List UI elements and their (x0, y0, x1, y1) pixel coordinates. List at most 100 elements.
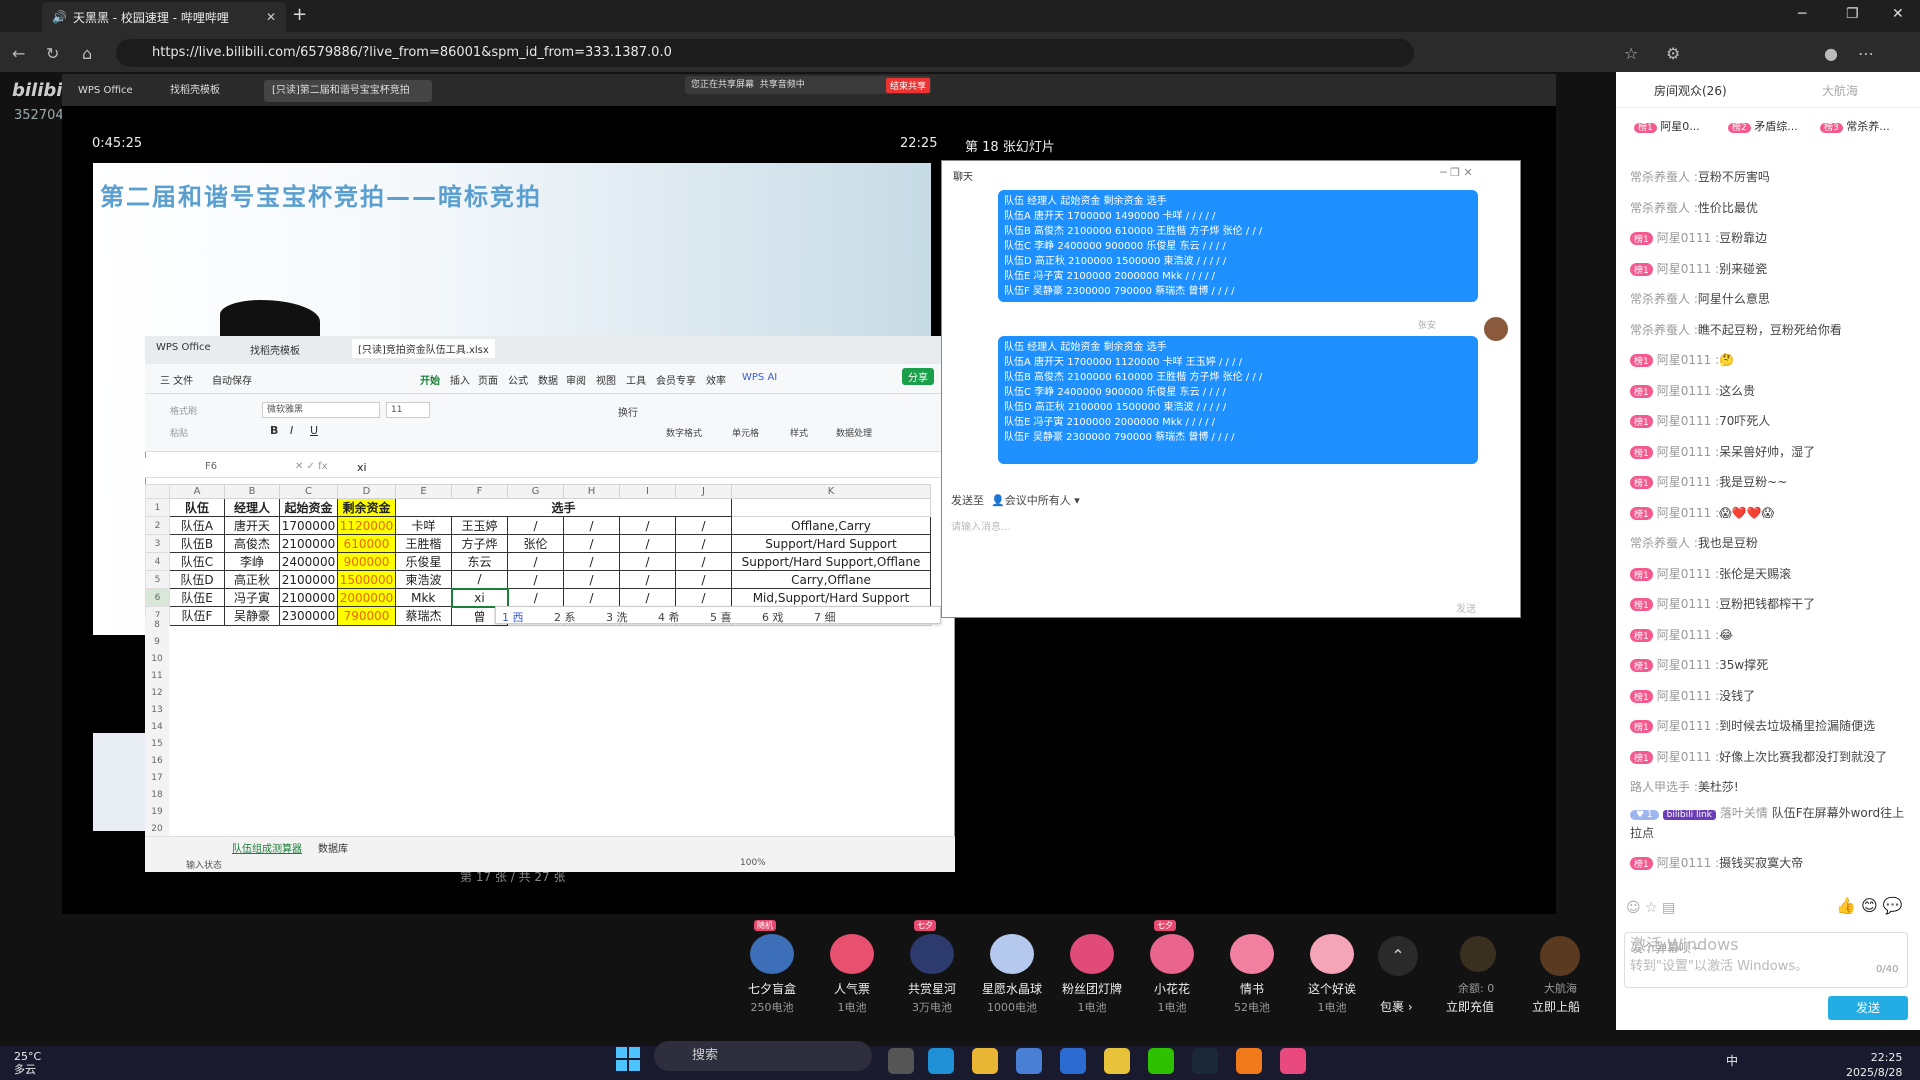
cell[interactable]: 李峥 (224, 552, 280, 571)
sender-name[interactable]: 阿星0111 (1657, 231, 1712, 245)
menu-file[interactable]: 三 文件 (160, 372, 193, 387)
active-cell[interactable]: xi (450, 587, 509, 608)
cell[interactable]: Carry,Offlane (731, 570, 931, 589)
cell[interactable]: / (507, 516, 564, 535)
app-icon[interactable] (1060, 1048, 1086, 1074)
gift-item[interactable]: 随机 七夕盲盒 250电池 (732, 920, 812, 1015)
gift-item[interactable]: 情书 52电池 (1212, 934, 1292, 1015)
sender-name[interactable]: 阿星0111 (1657, 414, 1712, 428)
cell[interactable]: 队伍B (169, 534, 225, 553)
formula-input[interactable]: xi (357, 461, 367, 474)
sender-name[interactable]: 阿星0111 (1657, 719, 1712, 733)
app-icon[interactable] (1104, 1048, 1130, 1074)
gift-item[interactable]: 这个好诶 1电池 (1292, 934, 1372, 1015)
underline-icon[interactable]: U (310, 424, 318, 437)
cell[interactable]: 高正秋 (224, 570, 280, 589)
cell[interactable]: 高俊杰 (224, 534, 280, 553)
cell[interactable]: / (507, 552, 564, 571)
ime-candidate[interactable]: 5 喜 (710, 609, 732, 625)
cell[interactable]: 柬浩波 (395, 570, 452, 589)
cell[interactable]: Support/Hard Support (731, 534, 931, 553)
row-head[interactable]: 1 (145, 498, 170, 517)
zoom-level[interactable]: 100% (740, 858, 766, 868)
menu-vip[interactable]: 会员专享 (656, 372, 696, 387)
number-format-button[interactable]: 数字格式 (666, 426, 702, 439)
cell[interactable]: 冯子寅 (224, 588, 280, 607)
cell[interactable]: / (563, 516, 620, 535)
cell[interactable]: 2100000 (279, 570, 338, 589)
top-viewer[interactable]: 榜2 矛盾综... (1728, 118, 1798, 134)
back-icon[interactable]: ← (12, 44, 25, 63)
cell[interactable]: / (507, 570, 564, 589)
cell[interactable]: 队伍 (169, 498, 225, 517)
col-head[interactable]: G (507, 484, 564, 499)
menu-page[interactable]: 页面 (478, 372, 498, 387)
url-input[interactable]: https://live.bilibili.com/6579886/?live_… (116, 39, 1414, 67)
chat-window-controls[interactable]: ─ ❐ ✕ (1440, 166, 1473, 179)
sender-name[interactable]: 阿星0111 (1657, 750, 1712, 764)
sender-name[interactable]: 阿星0111 (1657, 658, 1712, 672)
cell[interactable]: 王玉婷 (451, 516, 508, 535)
cell[interactable]: 1500000 (337, 570, 396, 589)
cell[interactable]: 卡咩 (395, 516, 452, 535)
menu-icon[interactable]: ⋯ (1858, 44, 1874, 63)
row-head[interactable]: 8 (145, 617, 169, 634)
cell[interactable]: 790000 (337, 606, 396, 626)
close-tab-icon[interactable]: ✕ (266, 10, 276, 24)
browser-tab[interactable]: 🔊 天黑黑 - 校园速理 - 哔哩哔哩 ✕ (42, 2, 286, 32)
cell[interactable]: 2100000 (279, 588, 338, 607)
row-head[interactable]: 9 (145, 634, 169, 651)
cell[interactable]: / (563, 570, 620, 589)
ime-candidate[interactable]: 3 洗 (606, 609, 628, 625)
extensions-icon[interactable]: ⚙ (1666, 44, 1680, 63)
favorite-star-icon[interactable]: ☆ (1624, 44, 1638, 63)
italic-icon[interactable]: I (290, 424, 293, 437)
cell[interactable]: / (507, 588, 564, 607)
bilibili-app-icon[interactable] (1280, 1048, 1306, 1074)
profile-avatar[interactable]: ● (1824, 44, 1838, 63)
row-head[interactable]: 5 (145, 570, 170, 589)
gift-item[interactable]: 人气票 1电池 (812, 934, 892, 1015)
paste-button[interactable]: 粘贴 (170, 426, 188, 439)
top-viewer[interactable]: 榜1 阿星0... (1634, 118, 1700, 134)
data-process-button[interactable]: 数据处理 (836, 426, 872, 439)
sender-name[interactable]: 阿星0111 (1657, 567, 1712, 581)
sender-name[interactable]: 常杀养蚕人 (1630, 292, 1690, 306)
cell[interactable]: 2000000 (337, 588, 396, 607)
menu-tools[interactable]: 工具 (626, 372, 646, 387)
row-head[interactable]: 11 (145, 668, 169, 685)
cell-reference[interactable]: F6 (205, 461, 217, 472)
gift-item[interactable]: 粉丝团灯牌 1电池 (1052, 934, 1132, 1015)
recipient-select[interactable]: 会议中所有人 (1005, 494, 1071, 507)
share-button[interactable]: 分享 (902, 368, 934, 385)
sender-name[interactable]: 阿星0111 (1657, 506, 1712, 520)
col-head[interactable]: F (451, 484, 508, 499)
cell[interactable] (731, 498, 931, 517)
sender-name[interactable]: 阿星0111 (1657, 628, 1712, 642)
cell[interactable]: 队伍E (169, 588, 225, 607)
tab-voyage[interactable]: 大航海 (1822, 82, 1858, 99)
menu-data[interactable]: 数据 (538, 372, 558, 387)
cell[interactable]: / (451, 570, 508, 589)
menu-autosave[interactable]: 自动保存 (212, 372, 252, 387)
xl-tab-template[interactable]: 找稻壳模板 (250, 342, 300, 357)
format-painter-button[interactable]: 格式刷 (170, 404, 197, 417)
send-to-row[interactable]: 发送至 👤会议中所有人 ▾ (951, 492, 1080, 508)
cell[interactable]: Support/Hard Support,Offlane (731, 552, 931, 571)
row-head[interactable]: 18 (145, 787, 169, 804)
cell[interactable]: 610000 (337, 534, 396, 553)
bold-icon[interactable]: B (270, 424, 278, 437)
row-head[interactable]: 14 (145, 719, 169, 736)
taskbar-clock[interactable]: 22:25 2025/8/28 (1846, 1050, 1902, 1080)
cell[interactable]: 唐开天 (224, 516, 280, 535)
menu-efficiency[interactable]: 效率 (706, 372, 726, 387)
sheet-tab[interactable]: 数据库 (318, 840, 348, 855)
row-head[interactable]: 17 (145, 770, 169, 787)
cell[interactable]: / (619, 570, 676, 589)
sender-name[interactable]: 阿星0111 (1657, 262, 1712, 276)
ime-indicator[interactable]: 中 (1726, 1052, 1738, 1069)
windows-start-icon[interactable] (616, 1047, 640, 1071)
cell[interactable]: 经理人 (224, 498, 280, 517)
package-button[interactable]: 包裹 › (1380, 998, 1413, 1015)
cell[interactable]: 选手 (395, 498, 732, 517)
